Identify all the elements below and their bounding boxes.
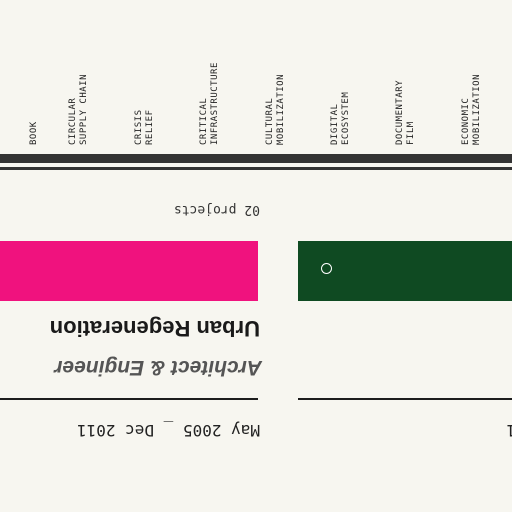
- circle-marker-icon: [321, 263, 332, 274]
- project-dates: May 2005 _ Dec 2011: [76, 421, 260, 440]
- project-title[interactable]: Urban Regeneration: [20, 313, 260, 343]
- category-circular-supply-chain[interactable]: CIRCULAR SUPPLY CHAIN: [68, 74, 90, 145]
- category-cultural-mobilization[interactable]: CULTURAL MOBILIZATION: [265, 74, 287, 145]
- category-digital-ecosystem[interactable]: DIGITAL ECOSYSTEM: [330, 92, 352, 145]
- category-header: BOOK CIRCULAR SUPPLY CHAIN CRISIS RELIEF…: [0, 0, 512, 145]
- project-count: 02 projects: [173, 202, 260, 217]
- project-role: Architect & Engineer: [54, 356, 262, 379]
- category-documentary-film[interactable]: DOCUMENTARY FILM: [395, 80, 417, 145]
- card-divider: [0, 398, 258, 400]
- header-divider-thin: [0, 167, 512, 170]
- project-color-bar[interactable]: [0, 241, 258, 301]
- category-book[interactable]: BOOK: [29, 121, 40, 145]
- category-critical-infrastructure[interactable]: CRITICAL INFRASTRUCTURE: [199, 62, 221, 145]
- next-card-divider: [298, 398, 512, 400]
- next-project-dates: 1: [496, 417, 512, 443]
- category-crisis-relief[interactable]: CRISIS RELIEF: [134, 109, 156, 145]
- category-economic-mobilization[interactable]: ECONOMIC MOBILIZATION: [461, 74, 483, 145]
- header-divider-thick: [0, 154, 512, 163]
